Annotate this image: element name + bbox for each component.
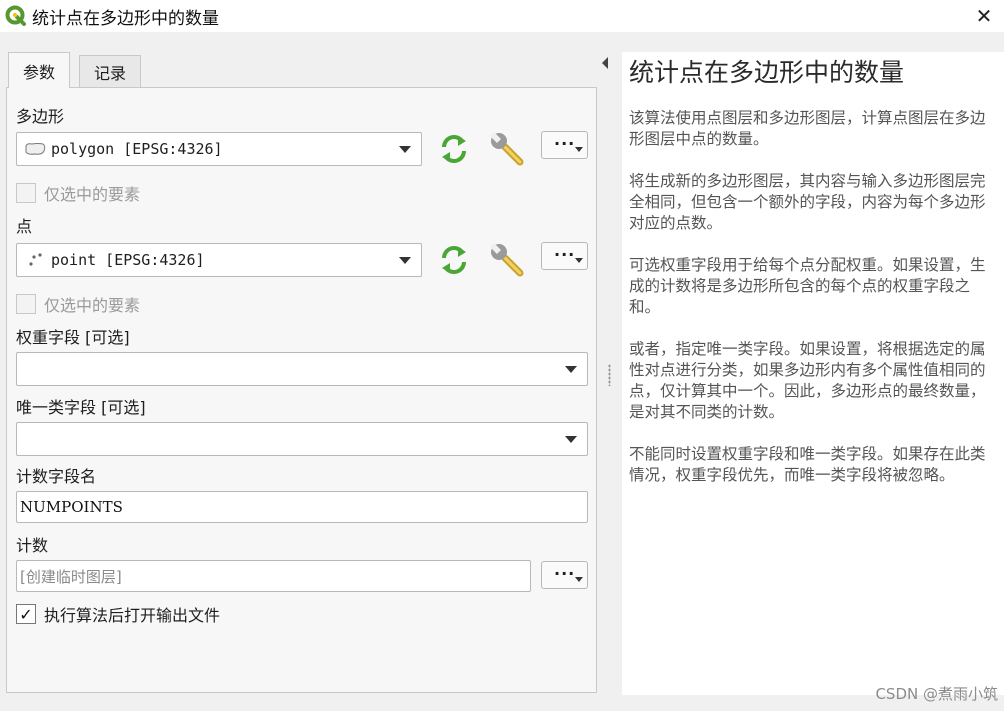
help-paragraph: 将生成新的多边形图层，其内容与输入多边形图层完全相同，但包含一个额外的字段，内容… [629,172,986,232]
help-paragraph: 该算法使用点图层和多边形图层，计算点图层在多边形图层中点的数量。 [629,109,986,148]
class-field-label: 唯一类字段 [可选] [16,398,146,417]
polygon-label: 多边形 [16,107,65,126]
checkbox-box [16,183,36,203]
chevron-down-icon [565,366,577,373]
polygon-settings-button[interactable] [487,129,527,169]
chevron-down-icon [399,257,411,264]
iterate-polygon-button[interactable] [434,129,474,169]
chevron-down-icon [575,258,583,263]
class-field-combo[interactable] [16,422,588,456]
checkbox-label: 执行算法后打开输出文件 [44,606,221,625]
window-title: 统计点在多边形中的数量 [32,9,219,29]
help-paragraph: 可选权重字段用于给每个点分配权重。如果设置，生成的计数将是多边形所包含的每个点的… [629,256,986,316]
point-layer-combo[interactable]: point [EPSG:4326] [16,243,422,277]
tab-log[interactable]: 记录 [79,55,142,87]
polygon-layer-value: polygon [EPSG:4326] [51,140,223,158]
count-field-name-label: 计数字段名 [16,467,97,486]
help-panel: 统计点在多边形中的数量 该算法使用点图层和多边形图层，计算点图层在多边形图层中点… [622,52,1004,695]
iterate-point-button[interactable] [434,240,474,280]
point-layer-icon [29,253,42,266]
chevron-down-icon [575,577,583,582]
more-glyph: ··· [554,134,576,153]
count-output-label: 计数 [16,536,49,555]
chevron-down-icon [575,147,583,152]
help-title: 统计点在多边形中的数量 [629,58,905,87]
polygon-layer-icon [25,143,46,155]
collapse-panel-icon[interactable] [602,57,608,69]
wrench-icon [490,243,524,277]
tab-parameters[interactable]: 参数 [8,52,71,88]
point-layer-value: point [EPSG:4326] [51,251,205,269]
title-bar: 统计点在多边形中的数量 ✕ [0,0,1004,32]
checkbox-label: 仅选中的要素 [44,296,141,315]
open-output-checkbox[interactable]: ✓ 执行算法后打开输出文件 [16,602,220,626]
count-output-input[interactable]: [创建临时图层] [16,560,531,592]
weight-field-label: 权重字段 [可选] [16,328,130,347]
polygon-more-button[interactable]: ··· [541,131,588,159]
point-label: 点 [16,217,33,236]
splitter-handle[interactable] [608,364,611,386]
polygon-selected-only-checkbox[interactable]: 仅选中的要素 [16,181,140,205]
close-button[interactable]: ✕ [968,0,1000,32]
count-output-more-button[interactable]: ··· [541,561,588,589]
checkmark-icon: ✓ [16,604,36,624]
help-paragraph: 不能同时设置权重字段和唯一类字段。如果存在此类情况，权重字段优先，而唯一类字段将… [629,445,986,484]
more-glyph: ··· [554,245,576,264]
count-field-name-input[interactable]: NUMPOINTS [16,491,588,523]
more-glyph: ··· [554,564,576,583]
chevron-down-icon [565,436,577,443]
iterate-icon [442,135,466,163]
qgis-logo-icon [5,5,26,26]
checkbox-box [16,294,36,314]
checkbox-label: 仅选中的要素 [44,185,141,204]
wrench-icon [490,132,524,166]
point-settings-button[interactable] [487,240,527,280]
watermark: CSDN @煮雨小筑 [875,685,998,703]
weight-field-combo[interactable] [16,352,588,386]
iterate-icon [442,246,466,274]
chevron-down-icon [399,146,411,153]
help-paragraph: 或者，指定唯一类字段。如果设置，将根据选定的属性对点进行分类，如果多边形内有多个… [629,340,986,421]
point-selected-only-checkbox[interactable]: 仅选中的要素 [16,292,140,316]
polygon-layer-combo[interactable]: polygon [EPSG:4326] [16,132,422,166]
point-more-button[interactable]: ··· [541,242,588,270]
